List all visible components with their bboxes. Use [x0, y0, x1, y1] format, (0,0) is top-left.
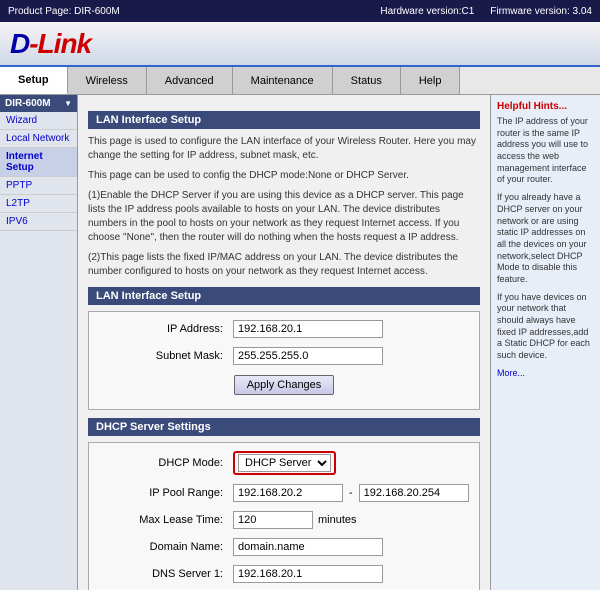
dlink-logo: D-Link	[10, 28, 91, 60]
sidebar-arrow-icon: ▼	[64, 99, 72, 108]
desc-para1: This page is used to configure the LAN i…	[88, 135, 480, 163]
lan-interface-box: IP Address: Subnet Mask: Apply Changes	[88, 311, 480, 410]
header: D-Link	[0, 22, 600, 67]
ip-pool-end-input[interactable]	[359, 484, 469, 502]
max-lease-row: Max Lease Time: minutes	[93, 509, 475, 531]
tab-status[interactable]: Status	[333, 67, 401, 94]
sidebar-item-pptp[interactable]: PPTP	[0, 177, 77, 195]
dhcp-mode-highlight: None DHCP Server	[233, 451, 336, 475]
domain-name-label: Domain Name:	[93, 541, 233, 553]
dns1-row: DNS Server 1:	[93, 563, 475, 585]
tab-setup[interactable]: Setup	[0, 67, 68, 94]
max-lease-label: Max Lease Time:	[93, 514, 233, 526]
sidebar-item-l2tp[interactable]: L2TP	[0, 195, 77, 213]
tab-help[interactable]: Help	[401, 67, 461, 94]
sidebar-item-internet-setup[interactable]: Internet Setup	[0, 148, 77, 177]
dhcp-mode-select[interactable]: None DHCP Server	[238, 454, 331, 472]
dns1-input[interactable]	[233, 565, 383, 583]
ip-pool-row: IP Pool Range: -	[93, 482, 475, 504]
main-layout: DIR-600M ▼ Wizard Local Network Internet…	[0, 95, 600, 590]
lan-apply-button[interactable]: Apply Changes	[234, 375, 335, 395]
lan-apply-row: Apply Changes	[93, 375, 475, 395]
hardware-version: Hardware version:C1	[380, 6, 474, 17]
sidebar: DIR-600M ▼ Wizard Local Network Internet…	[0, 95, 78, 590]
domain-name-row: Domain Name:	[93, 536, 475, 558]
desc-para3b: (2)This page lists the fixed IP/MAC addr…	[88, 251, 480, 279]
version-info: Hardware version:C1 Firmware version: 3.…	[380, 6, 592, 17]
page-title: LAN Interface Setup	[88, 111, 480, 129]
subnet-mask-row: Subnet Mask:	[93, 345, 475, 367]
dhcp-server-box: DHCP Mode: None DHCP Server IP Pool Rang…	[88, 442, 480, 590]
dhcp-mode-label: DHCP Mode:	[93, 457, 233, 469]
sidebar-item-wizard[interactable]: Wizard	[0, 112, 77, 130]
dhcp-section-title: DHCP Server Settings	[88, 418, 480, 436]
desc-para2: This page can be used to config the DHCP…	[88, 169, 480, 183]
domain-name-input[interactable]	[233, 538, 383, 556]
subnet-mask-label: Subnet Mask:	[93, 350, 233, 362]
subnet-mask-input[interactable]	[233, 347, 383, 365]
dns1-label: DNS Server 1:	[93, 568, 233, 580]
help-title: Helpful Hints...	[497, 101, 594, 112]
lan-interface-section-title: LAN Interface Setup	[88, 287, 480, 305]
ip-address-row: IP Address:	[93, 318, 475, 340]
sidebar-item-local-network[interactable]: Local Network	[0, 130, 77, 148]
sidebar-product[interactable]: DIR-600M ▼	[0, 95, 77, 112]
tab-advanced[interactable]: Advanced	[147, 67, 233, 94]
tab-wireless[interactable]: Wireless	[68, 67, 147, 94]
help-panel: Helpful Hints... The IP address of your …	[490, 95, 600, 590]
ip-pool-label: IP Pool Range:	[93, 487, 233, 499]
ip-pool-start-input[interactable]	[233, 484, 343, 502]
dhcp-mode-row: DHCP Mode: None DHCP Server	[93, 449, 475, 477]
help-para-2: If you already have a DHCP server on you…	[497, 192, 594, 286]
ip-address-input[interactable]	[233, 320, 383, 338]
help-more-link[interactable]: More...	[497, 368, 525, 378]
sidebar-product-label: DIR-600M	[5, 98, 51, 109]
sidebar-item-ipv6[interactable]: IPV6	[0, 213, 77, 231]
help-para-3: If you have devices on your network that…	[497, 292, 594, 362]
tab-maintenance[interactable]: Maintenance	[233, 67, 333, 94]
minutes-label: minutes	[318, 514, 357, 526]
range-separator: -	[349, 487, 353, 499]
ip-address-label: IP Address:	[93, 323, 233, 335]
top-bar: Product Page: DIR-600M Hardware version:…	[0, 0, 600, 22]
product-page-label: Product Page: DIR-600M	[8, 6, 120, 17]
firmware-version: Firmware version: 3.04	[490, 6, 592, 17]
main-content: LAN Interface Setup This page is used to…	[78, 95, 490, 590]
help-para-1: The IP address of your router is the sam…	[497, 116, 594, 186]
max-lease-input[interactable]	[233, 511, 313, 529]
desc-para3a: (1)Enable the DHCP Server if you are usi…	[88, 189, 480, 245]
navigation-tabs: Setup Wireless Advanced Maintenance Stat…	[0, 67, 600, 95]
